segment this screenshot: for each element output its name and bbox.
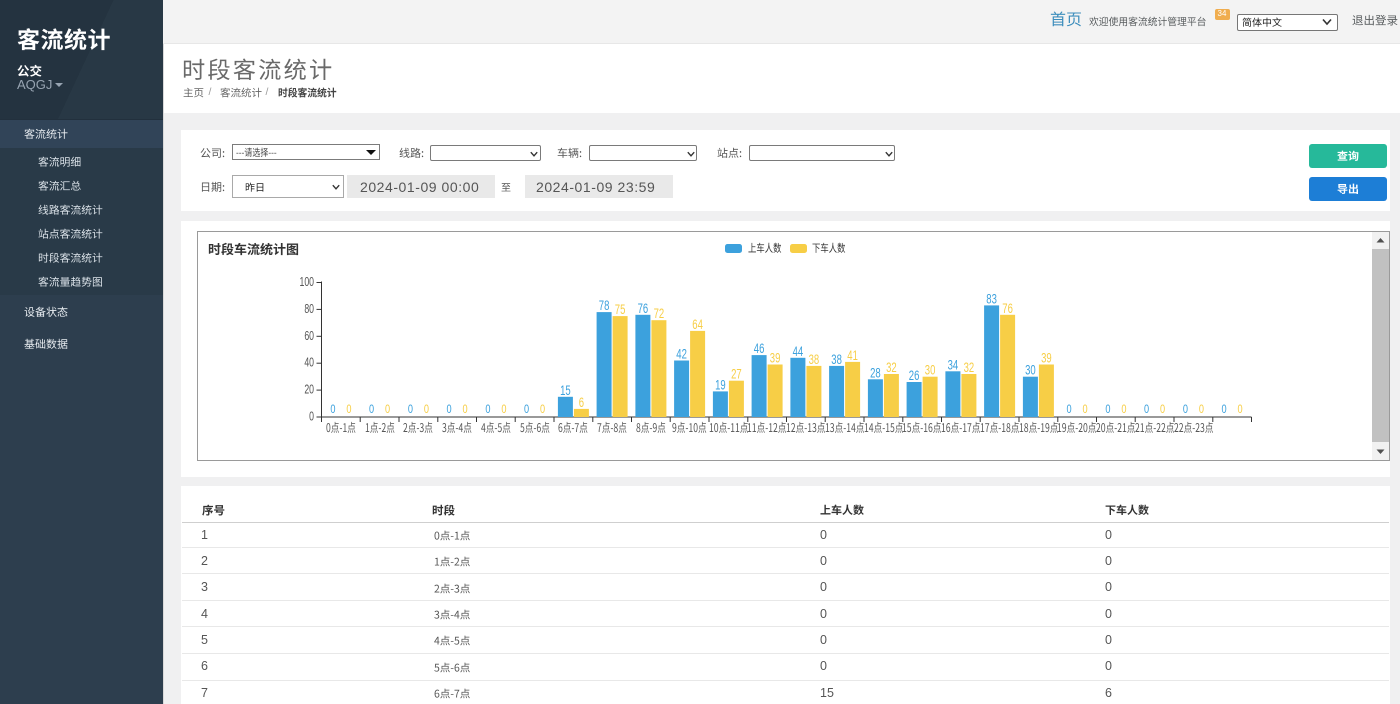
svg-text:80: 80 <box>304 302 314 316</box>
svg-text:0: 0 <box>485 404 490 416</box>
svg-text:78: 78 <box>599 297 610 313</box>
svg-text:64: 64 <box>692 316 703 332</box>
svg-text:0: 0 <box>1105 404 1110 416</box>
svg-text:28: 28 <box>870 364 881 380</box>
svg-text:0: 0 <box>369 404 374 416</box>
svg-text:0: 0 <box>447 404 452 416</box>
svg-text:72: 72 <box>654 305 665 321</box>
svg-text:0: 0 <box>346 404 351 416</box>
svg-text:46: 46 <box>754 340 765 356</box>
svg-text:100: 100 <box>299 275 314 289</box>
svg-text:20: 20 <box>304 383 314 397</box>
svg-text:0: 0 <box>424 404 429 416</box>
svg-text:0: 0 <box>1238 404 1243 416</box>
svg-text:0: 0 <box>1199 404 1204 416</box>
svg-text:15: 15 <box>560 382 571 398</box>
svg-text:0: 0 <box>330 404 335 416</box>
svg-text:0: 0 <box>309 410 314 424</box>
svg-text:83: 83 <box>986 291 997 307</box>
svg-text:0: 0 <box>1183 404 1188 416</box>
svg-text:76: 76 <box>1002 300 1013 316</box>
svg-text:19: 19 <box>715 377 726 393</box>
svg-text:0: 0 <box>1083 404 1088 416</box>
svg-text:32: 32 <box>886 359 897 375</box>
svg-text:0: 0 <box>1121 404 1126 416</box>
svg-text:42: 42 <box>676 346 687 362</box>
svg-text:0: 0 <box>1222 404 1227 416</box>
svg-text:0: 0 <box>501 404 506 416</box>
svg-text:0: 0 <box>408 404 413 416</box>
svg-text:0: 0 <box>1144 404 1149 416</box>
svg-text:27: 27 <box>731 366 742 382</box>
svg-text:0: 0 <box>1160 404 1165 416</box>
svg-text:76: 76 <box>638 300 649 316</box>
svg-text:0: 0 <box>1067 404 1072 416</box>
svg-text:38: 38 <box>831 351 842 367</box>
svg-text:30: 30 <box>925 362 936 378</box>
svg-text:34: 34 <box>948 356 959 372</box>
svg-text:44: 44 <box>793 343 804 359</box>
svg-text:0: 0 <box>524 404 529 416</box>
svg-text:0: 0 <box>463 404 468 416</box>
svg-text:38: 38 <box>809 351 820 367</box>
svg-text:6: 6 <box>579 394 585 410</box>
svg-text:60: 60 <box>304 329 314 343</box>
svg-text:75: 75 <box>615 301 626 317</box>
svg-text:32: 32 <box>964 359 975 375</box>
svg-text:40: 40 <box>304 356 314 370</box>
svg-text:39: 39 <box>1041 350 1052 366</box>
svg-text:39: 39 <box>770 350 781 366</box>
svg-text:0: 0 <box>385 404 390 416</box>
svg-text:30: 30 <box>1025 362 1036 378</box>
svg-text:0: 0 <box>540 404 545 416</box>
svg-text:41: 41 <box>847 347 858 363</box>
svg-text:26: 26 <box>909 367 920 383</box>
